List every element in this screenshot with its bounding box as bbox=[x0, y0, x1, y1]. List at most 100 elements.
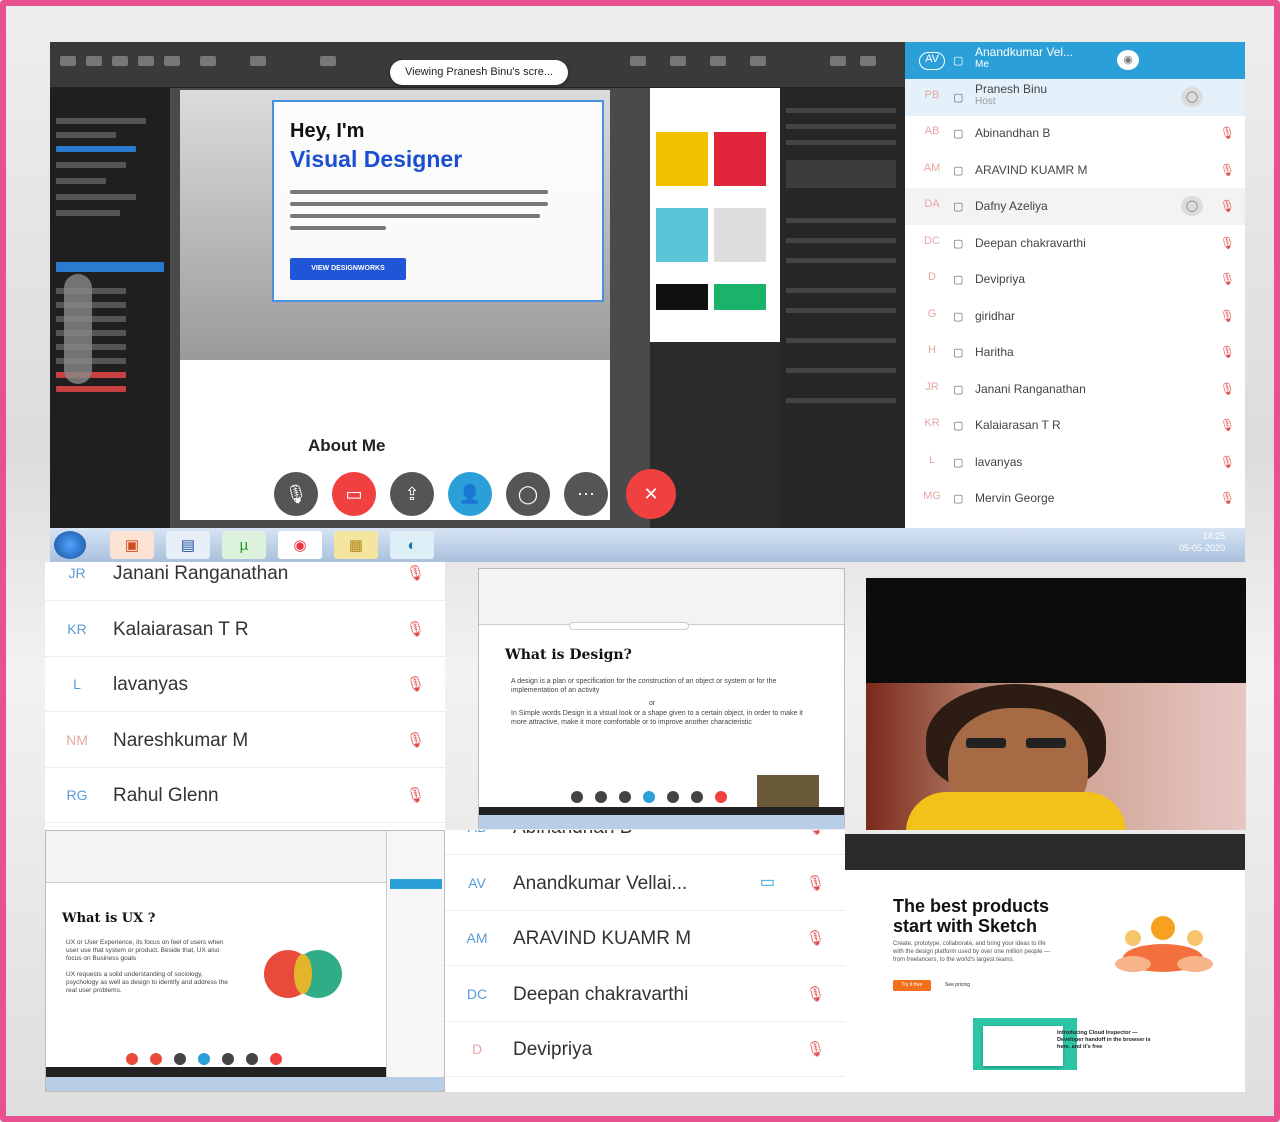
device-icon: ▢ bbox=[953, 493, 964, 505]
mic-muted-icon: 🎙 bbox=[405, 787, 425, 804]
toolbar-icon[interactable] bbox=[630, 56, 646, 66]
utorrent-icon[interactable]: µ bbox=[222, 531, 266, 559]
promo-text[interactable]: Introducing Cloud Inspector — Developer … bbox=[1057, 1030, 1157, 1051]
participants-panel: AV ▢ Anandkumar Vel... Me ◉ PB ▢ Pranesh Binu Ho… bbox=[905, 42, 1245, 528]
avatar: AV bbox=[919, 52, 945, 70]
participant-row[interactable]: Llavanyas 🎙 bbox=[45, 657, 445, 712]
participant-row[interactable]: JR Janani Ranganathan 🎙 bbox=[45, 562, 445, 601]
see-pricing-link[interactable]: See pricing bbox=[945, 980, 970, 991]
start-button[interactable] bbox=[54, 531, 86, 559]
toolbar-icon[interactable] bbox=[86, 56, 102, 66]
share-screen-button[interactable]: ⇪ bbox=[390, 472, 434, 516]
powerpoint-icon[interactable]: ▣ bbox=[110, 531, 154, 559]
participant-name: giridhar bbox=[975, 308, 1016, 323]
participant-row[interactable]: D ▢ Devipriya 🎙 bbox=[905, 261, 1245, 298]
mute-button[interactable]: 🎙 bbox=[274, 472, 318, 516]
participant-name: Kalaiarasan T R bbox=[113, 618, 249, 640]
avatar: H bbox=[928, 344, 936, 356]
view-designworks-button[interactable]: VIEW DESIGNWORKS bbox=[290, 258, 406, 280]
participant-row[interactable]: KR ▢ Kalaiarasan T R 🎙 bbox=[905, 407, 1245, 444]
mic-muted-icon: 🎙 bbox=[805, 930, 825, 947]
participant-row[interactable]: D Devipriya 🎙 bbox=[445, 1022, 845, 1077]
participant-name: lavanyas bbox=[113, 674, 188, 695]
mic-muted-icon: 🎙 bbox=[405, 676, 425, 693]
toolbar-icon[interactable] bbox=[200, 56, 216, 66]
participant-row[interactable]: AB ▢ Abinandhan B 🎙 bbox=[905, 115, 1245, 152]
participant-row[interactable]: DC ▢ Deepan chakravarthi 🎙 bbox=[905, 225, 1245, 262]
chrome-icon[interactable]: ◉ bbox=[278, 531, 322, 559]
calculator-icon[interactable]: ▤ bbox=[166, 531, 210, 559]
device-icon: ▢ bbox=[953, 274, 964, 286]
avatar: AV bbox=[468, 874, 486, 891]
participant-row[interactable]: AM ARAVIND KUAMR M 🎙 bbox=[445, 911, 845, 966]
design-slide-title: What is Design? bbox=[505, 647, 632, 663]
avatar: AB bbox=[924, 125, 940, 137]
toolbar-icon[interactable] bbox=[60, 56, 76, 66]
avatar: KR bbox=[67, 620, 87, 637]
participant-row[interactable]: AM ▢ ARAVIND KUAMR M 🎙 bbox=[905, 152, 1245, 189]
zoom-tools[interactable] bbox=[64, 274, 92, 384]
device-icon: ▢ bbox=[953, 91, 964, 104]
toolbar-icon[interactable] bbox=[750, 56, 766, 66]
toolbar-icon[interactable] bbox=[670, 56, 686, 66]
explorer-icon[interactable]: ▦ bbox=[334, 531, 378, 559]
participant-row[interactable]: MG ▢ Mervin George 🎙 bbox=[905, 480, 1245, 517]
participants-button[interactable]: 👤 bbox=[448, 472, 492, 516]
participant-name: Haritha bbox=[975, 345, 1014, 359]
participant-row[interactable]: AV Anandkumar Vellai... ▭ 🎙 bbox=[445, 856, 845, 911]
toolbar-icon[interactable] bbox=[112, 56, 128, 66]
participant-name: Devipriya bbox=[513, 1039, 593, 1060]
device-icon: ▢ bbox=[953, 456, 964, 469]
self-status-icon[interactable]: ◉ bbox=[1117, 50, 1139, 70]
mini-taskbar bbox=[479, 815, 844, 829]
device-icon: ▢ bbox=[953, 383, 964, 396]
participant-row[interactable]: JR ▢ Janani Ranganathan 🎙 bbox=[905, 371, 1245, 408]
chat-button[interactable]: ◯ bbox=[506, 472, 550, 516]
camera-off-button[interactable]: ▭ bbox=[332, 472, 376, 516]
participant-name: Pranesh Binu bbox=[975, 81, 1048, 96]
mic-muted-icon: 🎙 bbox=[1219, 381, 1235, 396]
chat-icon[interactable]: ◯ bbox=[1181, 86, 1203, 107]
participant-row[interactable]: AB Abinandhan B 🎙 bbox=[445, 830, 845, 855]
toolbar-icon[interactable] bbox=[250, 56, 266, 66]
participant-row[interactable]: DA ▢ Dafny Azeliya ◯ 🎙 bbox=[905, 188, 1245, 225]
mic-muted-icon: 🎙 bbox=[1219, 491, 1235, 505]
device-icon: ▢ bbox=[953, 164, 964, 177]
participant-name: Abinandhan B bbox=[975, 126, 1051, 140]
more-button[interactable]: ⋯ bbox=[564, 472, 608, 516]
avatar: RG bbox=[66, 787, 88, 803]
toolbar-icon[interactable] bbox=[138, 56, 154, 66]
hero-greeting: Hey, I'm bbox=[290, 120, 365, 142]
participants-list-zoomed: JR Janani Ranganathan 🎙 KR Kalaiarasan T R 🎙 L… bbox=[45, 562, 445, 830]
toolbar-icon[interactable] bbox=[320, 56, 336, 66]
avatar: D bbox=[928, 271, 936, 283]
participant-row[interactable]: PB ▢ Pranesh Binu Host ◯ bbox=[905, 78, 1245, 116]
toolbar-icon[interactable] bbox=[860, 56, 876, 66]
mic-muted-icon: 🎙 bbox=[805, 1041, 825, 1058]
inspector-panel bbox=[780, 88, 905, 562]
participant-row[interactable]: RG Rahul Glenn 🎙 bbox=[45, 768, 445, 823]
participant-row[interactable]: DC Deepan chakravarthi 🎙 bbox=[445, 967, 845, 1022]
device-icon: ▢ bbox=[953, 310, 964, 323]
participant-row[interactable]: NM Nareshkumar M 🎙 bbox=[45, 713, 445, 768]
chat-icon[interactable]: ◯ bbox=[1181, 196, 1203, 216]
about-title: About Me bbox=[308, 436, 386, 455]
participant-row[interactable]: KR Kalaiarasan T R 🎙 bbox=[45, 602, 445, 657]
participant-row[interactable]: L ▢ lavanyas 🎙 bbox=[905, 444, 1245, 481]
end-call-button[interactable]: ✕ bbox=[626, 469, 676, 519]
toolbar-icon[interactable] bbox=[710, 56, 726, 66]
webex-icon[interactable]: ◐ bbox=[390, 531, 434, 559]
mic-muted-icon: 🎙 bbox=[1219, 418, 1235, 432]
participant-row[interactable]: AV ▢ Anandkumar Vel... Me ◉ bbox=[905, 42, 1245, 79]
presenter-thumbnail bbox=[757, 775, 819, 807]
try-free-button[interactable]: Try it free bbox=[893, 980, 931, 991]
clock-time: 14:25 bbox=[1202, 531, 1225, 541]
participant-row[interactable]: G ▢ giridhar 🎙 bbox=[905, 298, 1245, 335]
mobile-artboard bbox=[650, 88, 780, 342]
design-slide-screenshot: What is Design? A design is a plan or sp… bbox=[478, 568, 845, 829]
toolbar-icon[interactable] bbox=[830, 56, 846, 66]
participant-row[interactable]: H ▢ Haritha 🎙 bbox=[905, 334, 1245, 371]
ux-slide-title: What is UX ? bbox=[62, 911, 156, 926]
toolbar-icon[interactable] bbox=[164, 56, 180, 66]
mic-muted-icon: 🎙 bbox=[806, 830, 825, 836]
